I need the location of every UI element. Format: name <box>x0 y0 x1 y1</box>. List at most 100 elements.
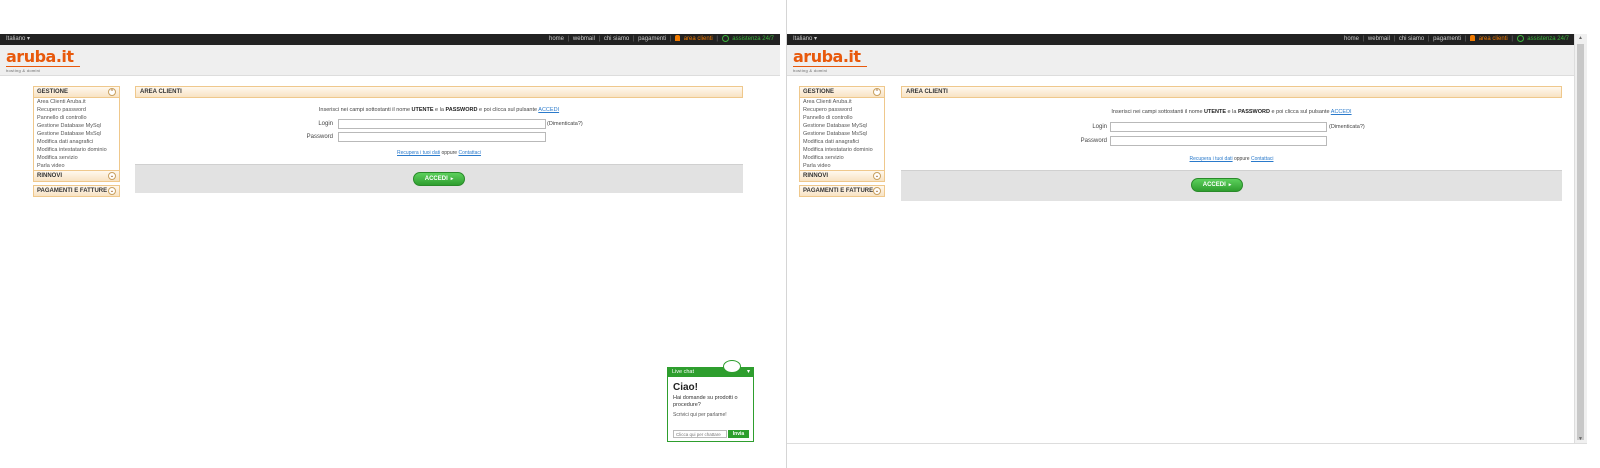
gestione-items: Area Clienti Aruba.it Recupero password … <box>33 98 120 170</box>
chat-icon <box>1516 34 1524 42</box>
sidebar-item[interactable]: Pannello di controllo <box>34 114 119 122</box>
login-input[interactable] <box>338 119 546 129</box>
sidebar-section-rinnovi[interactable]: RINNOVI ⌄ <box>799 170 885 182</box>
accedi-button[interactable]: ACCEDI ▸ <box>1191 178 1243 192</box>
sidebar-section-gestione[interactable]: GESTIONE ⌃ <box>799 86 885 98</box>
instr-text: e poi clicca sul pulsante <box>1269 109 1331 115</box>
logo-underline <box>6 66 80 67</box>
section-title: RINNOVI <box>37 173 63 179</box>
top-nav-bar: Italiano ▾ home | webmail | chi siamo | … <box>0 34 780 45</box>
sidebar-section-rinnovi[interactable]: RINNOVI ⌄ <box>33 170 120 182</box>
person-icon <box>1470 35 1476 42</box>
chevron-up-icon[interactable]: ⌃ <box>108 88 116 96</box>
gestione-items: Area Clienti Aruba.it Recupero password … <box>799 98 885 170</box>
sidebar-item[interactable]: Modifica servizio <box>800 154 884 162</box>
password-input[interactable] <box>1110 136 1327 146</box>
instr-password: PASSWORD <box>1237 109 1270 115</box>
link-assistenza[interactable]: assistenza 24/7 <box>732 36 774 42</box>
live-chat-input[interactable]: Clicca qui per chattare <box>673 430 727 438</box>
live-chat-subtitle: Scrivici qui per parlarne! <box>673 412 727 418</box>
recover-text: oppure <box>440 150 459 156</box>
sidebar-section-pagamenti[interactable]: PAGAMENTI E FATTURE ⌄ <box>33 185 120 197</box>
recover-line: Recupera i tuoi dati oppure Contattaci <box>135 150 743 156</box>
live-chat-send-button[interactable]: Invia <box>728 430 749 438</box>
sidebar-item[interactable]: Modifica servizio <box>34 154 119 162</box>
live-chat-header[interactable]: Live chat ▾ <box>668 360 753 377</box>
logo-text: aruba <box>6 47 56 66</box>
language-selector[interactable]: Italiano ▾ <box>6 34 30 45</box>
browser-pane-left: Italiano ▾ home | webmail | chi siamo | … <box>0 0 780 468</box>
instr-accedi-link[interactable]: ACCEDI <box>1331 109 1352 115</box>
sidebar-item[interactable]: Pannello di controllo <box>800 114 884 122</box>
accedi-button[interactable]: ACCEDI ▸ <box>413 172 465 186</box>
sidebar-item[interactable]: Modifica dati anagrafici <box>800 138 884 146</box>
sidebar: GESTIONE ⌃ Area Clienti Aruba.it Recuper… <box>33 86 120 197</box>
instr-text: Inserisci nei campi sottostanti il nome <box>1111 109 1205 115</box>
link-chi-siamo[interactable]: chi siamo <box>604 36 629 42</box>
vertical-scrollbar[interactable]: ▲ ▼ <box>1574 34 1587 443</box>
recover-link[interactable]: Recupera i tuoi dati <box>397 150 440 156</box>
sidebar-item[interactable]: Recupero password <box>800 106 884 114</box>
sidebar-item[interactable]: Modifica dati anagrafici <box>34 138 119 146</box>
chat-icon <box>721 34 729 42</box>
section-title: GESTIONE <box>803 89 835 95</box>
login-instruction: Inserisci nei campi sottostanti il nome … <box>135 107 743 113</box>
aruba-logo[interactable]: aruba.it <box>6 48 74 66</box>
contact-link[interactable]: Contattaci <box>1251 156 1274 162</box>
main-panel: AREA CLIENTI Inserisci nei campi sottost… <box>135 86 743 193</box>
sidebar-item[interactable]: Gestione Database MsSql <box>800 130 884 138</box>
sidebar-section-gestione[interactable]: GESTIONE ⌃ <box>33 86 120 98</box>
logo-suffix: .it <box>842 47 861 66</box>
browser-pane-right: Italiano ▾ home | webmail | chi siamo | … <box>786 0 1587 468</box>
sidebar-item[interactable]: Gestione Database MySql <box>800 122 884 130</box>
link-pagamenti[interactable]: pagamenti <box>638 36 666 42</box>
password-label: Password <box>306 134 333 140</box>
chevron-up-icon[interactable]: ⌃ <box>873 88 881 96</box>
language-selector[interactable]: Italiano ▾ <box>793 34 817 45</box>
login-input[interactable] <box>1110 122 1327 132</box>
password-input[interactable] <box>338 132 546 142</box>
link-home[interactable]: home <box>1344 36 1359 42</box>
sidebar-item[interactable]: Parla video <box>34 162 119 170</box>
link-chi-siamo[interactable]: chi siamo <box>1399 36 1424 42</box>
chevron-down-icon[interactable]: ⌄ <box>873 172 881 180</box>
chevron-down-icon[interactable]: ⌄ <box>108 172 116 180</box>
instr-accedi-link[interactable]: ACCEDI <box>538 107 559 113</box>
minimize-icon[interactable]: ▾ <box>747 368 750 377</box>
forgot-link[interactable]: (Dimenticata?) <box>547 121 583 127</box>
link-home[interactable]: home <box>549 36 564 42</box>
instr-text: e la <box>1226 109 1238 115</box>
section-title: GESTIONE <box>37 89 69 95</box>
link-assistenza[interactable]: assistenza 24/7 <box>1527 36 1569 42</box>
link-pagamenti[interactable]: pagamenti <box>1433 36 1461 42</box>
main-panel: AREA CLIENTI Inserisci nei campi sottost… <box>901 86 1562 201</box>
chevron-down-icon[interactable]: ⌄ <box>873 187 881 195</box>
sidebar-item[interactable]: Gestione Database MySql <box>34 122 119 130</box>
recover-link[interactable]: Recupera i tuoi dati <box>1190 156 1233 162</box>
sidebar-item[interactable]: Recupero password <box>34 106 119 114</box>
scroll-thumb[interactable] <box>1577 44 1584 440</box>
sidebar-item[interactable]: Parla video <box>800 162 884 170</box>
link-webmail[interactable]: webmail <box>573 36 595 42</box>
sidebar-item[interactable]: Area Clienti Aruba.it <box>800 98 884 106</box>
button-bar: ACCEDI ▸ <box>901 170 1562 201</box>
link-area-clienti[interactable]: area clienti <box>684 36 713 42</box>
contact-link[interactable]: Contattaci <box>458 150 481 156</box>
accedi-label: ACCEDI <box>1202 182 1226 188</box>
logo-underline <box>793 66 867 67</box>
link-area-clienti[interactable]: area clienti <box>1479 36 1508 42</box>
sidebar-item[interactable]: Modifica intestatario dominio <box>34 146 119 154</box>
link-webmail[interactable]: webmail <box>1368 36 1390 42</box>
scroll-down-icon[interactable]: ▼ <box>1578 436 1583 442</box>
scroll-up-icon[interactable]: ▲ <box>1578 35 1583 41</box>
sidebar-item[interactable]: Area Clienti Aruba.it <box>34 98 119 106</box>
aruba-logo[interactable]: aruba.it <box>793 48 861 66</box>
live-chat-question: Hai domande su prodotti o procedure? <box>673 395 738 408</box>
sidebar-item[interactable]: Gestione Database MsSql <box>34 130 119 138</box>
sidebar-section-pagamenti[interactable]: PAGAMENTI E FATTURE ⌄ <box>799 185 885 197</box>
chevron-down-icon[interactable]: ⌄ <box>108 187 116 195</box>
section-title: RINNOVI <box>803 173 829 179</box>
forgot-link[interactable]: (Dimenticata?) <box>1329 124 1365 130</box>
recover-text: oppure <box>1232 156 1251 162</box>
sidebar-item[interactable]: Modifica intestatario dominio <box>800 146 884 154</box>
